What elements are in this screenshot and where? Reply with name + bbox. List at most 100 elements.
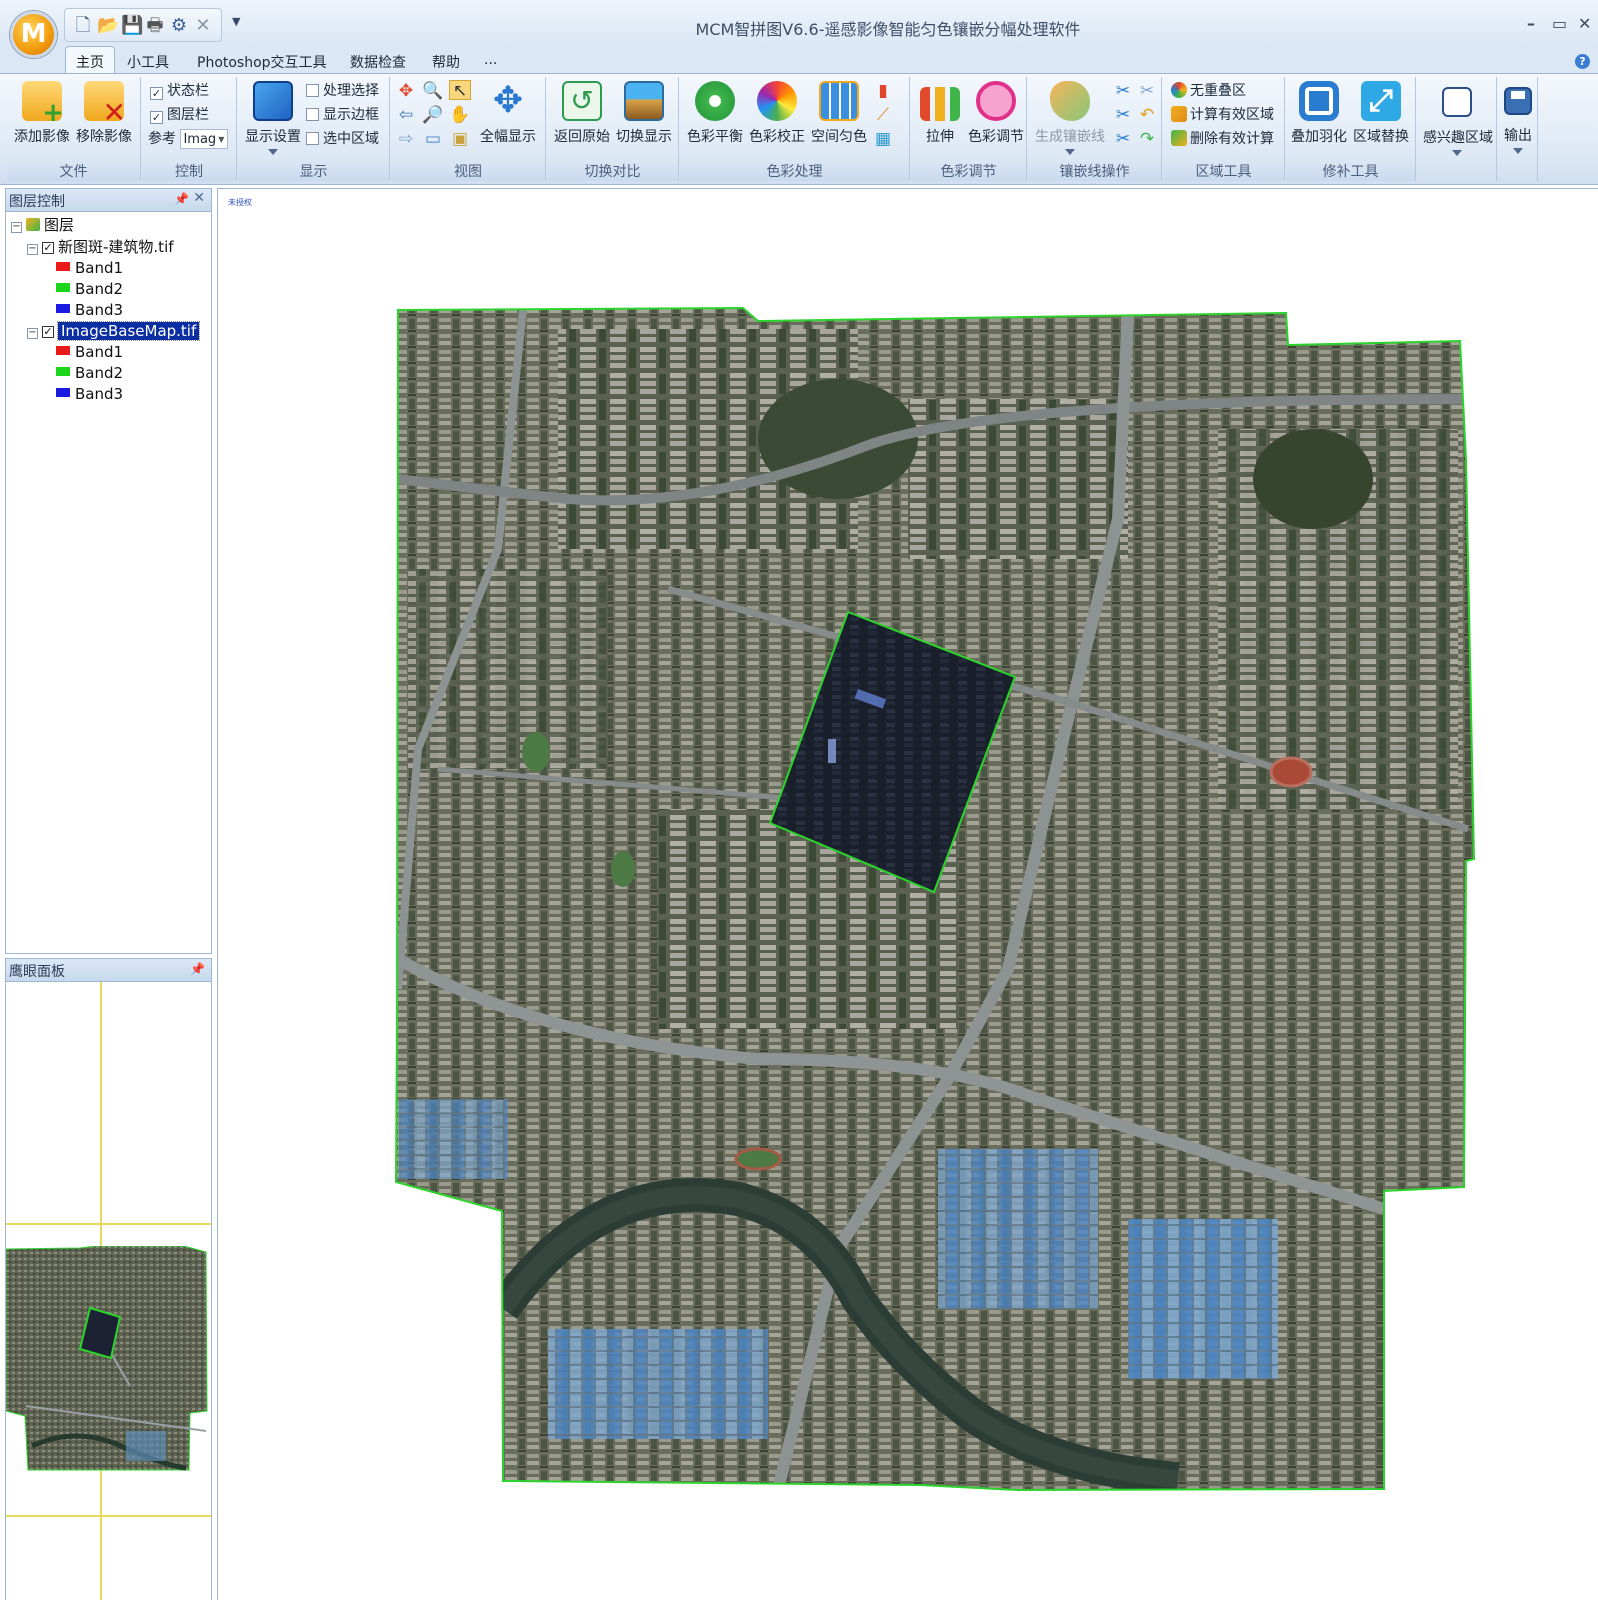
- process-select-toggle[interactable]: 处理选择: [306, 81, 379, 101]
- band-item[interactable]: Band1: [56, 342, 123, 362]
- add-image-button[interactable]: + 添加影像: [11, 81, 73, 146]
- spatial-color-label: 空间匀色: [811, 129, 867, 145]
- tree-root-label: 图层: [44, 216, 75, 234]
- reference-value: Imag: [183, 132, 217, 147]
- overview-thumbnail[interactable]: [6, 1246, 212, 1496]
- help-icon[interactable]: ?: [1575, 54, 1590, 69]
- delete-valid-label: 删除有效计算: [1190, 131, 1274, 147]
- close-button[interactable]: ✕: [1578, 14, 1591, 33]
- statusbar-toggle[interactable]: ✓ 状态栏: [150, 81, 209, 101]
- generate-seamline-label: 生成镶嵌线: [1035, 129, 1105, 145]
- spatial-color-button[interactable]: 空间匀色: [808, 81, 870, 146]
- no-overlap-button[interactable]: 无重叠区: [1171, 81, 1246, 101]
- undo-small-icon[interactable]: ↶: [1136, 105, 1158, 125]
- seam-node-icon[interactable]: ✂: [1112, 105, 1134, 125]
- color-adjust-button[interactable]: 色彩调节: [967, 81, 1025, 146]
- color-balance-icon: [695, 81, 735, 121]
- calc-valid-region-button[interactable]: 计算有效区域: [1171, 105, 1274, 125]
- curve-icon[interactable]: ⟋: [872, 105, 894, 125]
- band-item[interactable]: Band3: [56, 384, 123, 404]
- band-label: Band3: [75, 385, 124, 403]
- color-balance-button[interactable]: 色彩平衡: [684, 81, 746, 146]
- collapse-icon[interactable]: −: [27, 244, 38, 255]
- maximize-button[interactable]: ▭: [1552, 14, 1567, 33]
- collapse-icon[interactable]: −: [11, 222, 22, 233]
- back-original-button[interactable]: ↺ 返回原始: [551, 81, 613, 146]
- reference-select[interactable]: Imag ▼: [180, 129, 229, 149]
- calc-valid-label: 计算有效区域: [1190, 107, 1274, 123]
- image-landscape-icon: [624, 81, 664, 121]
- seam-edit-icon[interactable]: ✂: [1112, 81, 1134, 101]
- show-border-label: 显示边框: [323, 107, 379, 123]
- pan-hand-icon[interactable]: ✋: [449, 105, 471, 125]
- layer-visibility-checkbox[interactable]: ✓: [42, 326, 54, 338]
- color-circle-icon: [976, 81, 1016, 121]
- one-to-one-icon[interactable]: ▣: [449, 129, 471, 149]
- satellite-image-canvas[interactable]: [218, 189, 1598, 1601]
- minimize-button[interactable]: –: [1527, 14, 1535, 33]
- app-logo[interactable]: M: [10, 11, 57, 58]
- band-item[interactable]: Band2: [56, 279, 123, 299]
- zoom-in-icon[interactable]: 🔍: [422, 81, 444, 101]
- region-replace-button[interactable]: ⤢ 区域替换: [1350, 81, 1412, 146]
- feather-button[interactable]: 叠加羽化: [1288, 81, 1350, 146]
- tab-home[interactable]: 主页: [65, 46, 115, 73]
- tab-help[interactable]: 帮助: [432, 52, 460, 72]
- redo-small-icon[interactable]: ↷: [1136, 129, 1158, 149]
- stretch-button[interactable]: 拉伸: [913, 81, 967, 146]
- undo-icon: ↺: [562, 81, 602, 121]
- layer-visibility-checkbox[interactable]: ✓: [42, 242, 54, 254]
- band-item[interactable]: Band1: [56, 258, 123, 278]
- group-region: 无重叠区 计算有效区域 删除有效计算 区域工具: [1163, 77, 1285, 181]
- band-item[interactable]: Band2: [56, 363, 123, 383]
- pointer-icon[interactable]: ↖: [449, 80, 471, 101]
- delete-valid-calc-button[interactable]: 删除有效计算: [1171, 129, 1274, 149]
- seam-edit2-icon[interactable]: ✂: [1136, 81, 1158, 101]
- back-arrow-icon[interactable]: ⇦: [395, 105, 417, 125]
- select-region-label: 选中区域: [323, 131, 379, 147]
- show-border-toggle[interactable]: 显示边框: [306, 105, 379, 125]
- tab-more[interactable]: ...: [484, 52, 497, 68]
- pin-icon[interactable]: 📌: [174, 192, 189, 206]
- select-region-toggle[interactable]: 选中区域: [306, 129, 379, 149]
- tab-tools[interactable]: 小工具: [127, 52, 169, 72]
- display-settings-button[interactable]: 显示设置: [242, 81, 304, 155]
- layer-item[interactable]: − ✓ 新图斑-建筑物.tif: [27, 237, 174, 257]
- group-file: + 添加影像 ✕ 移除影像 文件: [7, 77, 141, 181]
- output-button[interactable]: 输出: [1500, 81, 1536, 154]
- switch-display-button[interactable]: 切换显示: [613, 81, 675, 146]
- band-item[interactable]: Band3: [56, 300, 123, 320]
- layer-item[interactable]: − ✓ ImageBaseMap.tif: [27, 321, 201, 341]
- generate-seamline-button[interactable]: 生成镶嵌线: [1032, 81, 1108, 155]
- pin-icon[interactable]: 📌: [190, 962, 205, 976]
- ribbon-tabs: 主页 小工具 Photoshop交互工具 数据检查 帮助 ... ?: [0, 46, 1598, 73]
- overview-crosshair-h: [6, 1223, 211, 1225]
- add-folder-icon: +: [22, 81, 64, 126]
- rectangle-icon[interactable]: ▭: [422, 129, 444, 149]
- collapse-icon[interactable]: −: [27, 328, 38, 339]
- save-disk-icon: [1504, 87, 1532, 115]
- histogram-icon[interactable]: ▮: [872, 81, 894, 101]
- tree-root[interactable]: − 图层: [11, 215, 74, 235]
- tab-data-check[interactable]: 数据检查: [350, 52, 406, 72]
- forward-arrow-icon[interactable]: ⇨: [395, 129, 417, 149]
- seam-delete-icon[interactable]: ✂: [1112, 129, 1134, 149]
- band-label: Band3: [75, 301, 124, 319]
- layerbar-toggle[interactable]: ✓ 图层栏: [150, 105, 209, 125]
- zoom-out-icon[interactable]: 🔎: [422, 105, 444, 125]
- map-viewport[interactable]: 未授权: [217, 188, 1598, 1600]
- color-correction-button[interactable]: 色彩校正: [746, 81, 808, 146]
- roi-button[interactable]: 感兴趣区域: [1423, 81, 1493, 156]
- group-control-label: 控制: [142, 161, 236, 181]
- remove-image-button[interactable]: ✕ 移除影像: [73, 81, 135, 146]
- close-panel-icon[interactable]: ✕: [193, 190, 205, 206]
- band-label: Band2: [75, 364, 124, 382]
- bar-chart-icon: [920, 87, 960, 121]
- dropdown-arrow-icon: [268, 149, 278, 155]
- full-extent-button[interactable]: ✥ 全幅显示: [475, 81, 541, 146]
- locate-icon[interactable]: ✥: [395, 81, 417, 101]
- no-overlap-icon: [1171, 82, 1187, 98]
- tab-photoshop[interactable]: Photoshop交互工具: [197, 52, 327, 72]
- group-switch: ↺ 返回原始 切换显示 切换对比: [547, 77, 679, 181]
- tiles-icon[interactable]: ▦: [872, 129, 894, 149]
